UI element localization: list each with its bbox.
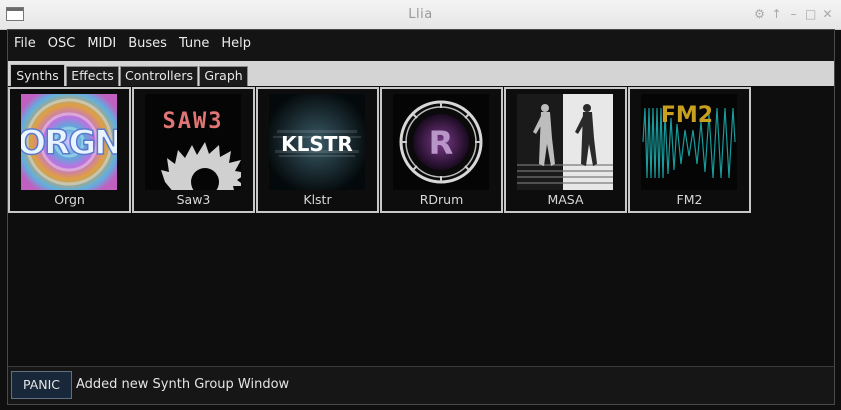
menu-midi[interactable]: MIDI <box>81 31 122 57</box>
tab-synths[interactable]: Synths <box>10 64 65 86</box>
tab-effects[interactable]: Effects <box>66 66 119 86</box>
synth-label: MASA <box>547 192 584 207</box>
drum-logo: R <box>393 94 489 190</box>
synth-label: Klstr <box>303 192 332 207</box>
synth-label: Orgn <box>54 192 85 207</box>
menu-tune[interactable]: Tune <box>173 31 215 57</box>
klstr-logo-text: KLSTR <box>281 132 353 156</box>
drum-logo-text: R <box>429 124 454 162</box>
synth-card-orgn[interactable]: ORGN Orgn <box>8 87 131 213</box>
panic-button[interactable]: PANIC <box>11 371 72 399</box>
tab-controllers[interactable]: Controllers <box>120 66 198 86</box>
synth-label: RDrum <box>419 192 464 207</box>
fm2-waveform-logo: FM2 <box>641 94 737 190</box>
saw-blade-logo: SAW3 <box>145 94 241 190</box>
klstr-logo: KLSTR <box>269 94 365 190</box>
synth-card-klstr[interactable]: KLSTR Klstr <box>256 87 379 213</box>
orgn-logo-text: ORGN <box>21 123 117 163</box>
menu-buses[interactable]: Buses <box>122 31 173 57</box>
synth-label: FM2 <box>676 192 703 207</box>
synth-card-saw3[interactable]: SAW3 Saw3 <box>132 87 255 213</box>
synth-card-fm2[interactable]: FM2 FM2 <box>628 87 751 213</box>
window-controls: ⚙ ↑ – □ ✕ <box>754 7 833 21</box>
synth-label: Saw3 <box>176 192 211 207</box>
masa-figures-logo <box>517 94 613 190</box>
menu-osc[interactable]: OSC <box>42 31 82 57</box>
minimize-icon[interactable]: – <box>788 7 799 21</box>
tab-graph[interactable]: Graph <box>199 66 248 86</box>
settings-icon[interactable]: ⚙ <box>754 7 765 21</box>
close-icon[interactable]: ✕ <box>822 7 833 21</box>
tab-strip: Synths Effects Controllers Graph <box>8 61 834 86</box>
menu-help[interactable]: Help <box>215 31 257 57</box>
status-message: Added new Synth Group Window <box>76 377 290 392</box>
window-title: Llia <box>408 7 433 22</box>
menu-file[interactable]: File <box>8 31 42 57</box>
window-titlebar: Llia ⚙ ↑ – □ ✕ <box>0 0 841 30</box>
maximize-icon[interactable]: □ <box>805 7 816 21</box>
synth-card-masa[interactable]: MASA <box>504 87 627 213</box>
saw3-logo-text: SAW3 <box>163 109 224 134</box>
menubar: File OSC MIDI Buses Tune Help <box>8 31 257 57</box>
synth-card-rdrum[interactable]: R RDrum <box>380 87 503 213</box>
orgn-logo: ORGN <box>21 94 117 190</box>
raise-icon[interactable]: ↑ <box>771 7 782 21</box>
fm2-logo-text: FM2 <box>661 103 713 128</box>
